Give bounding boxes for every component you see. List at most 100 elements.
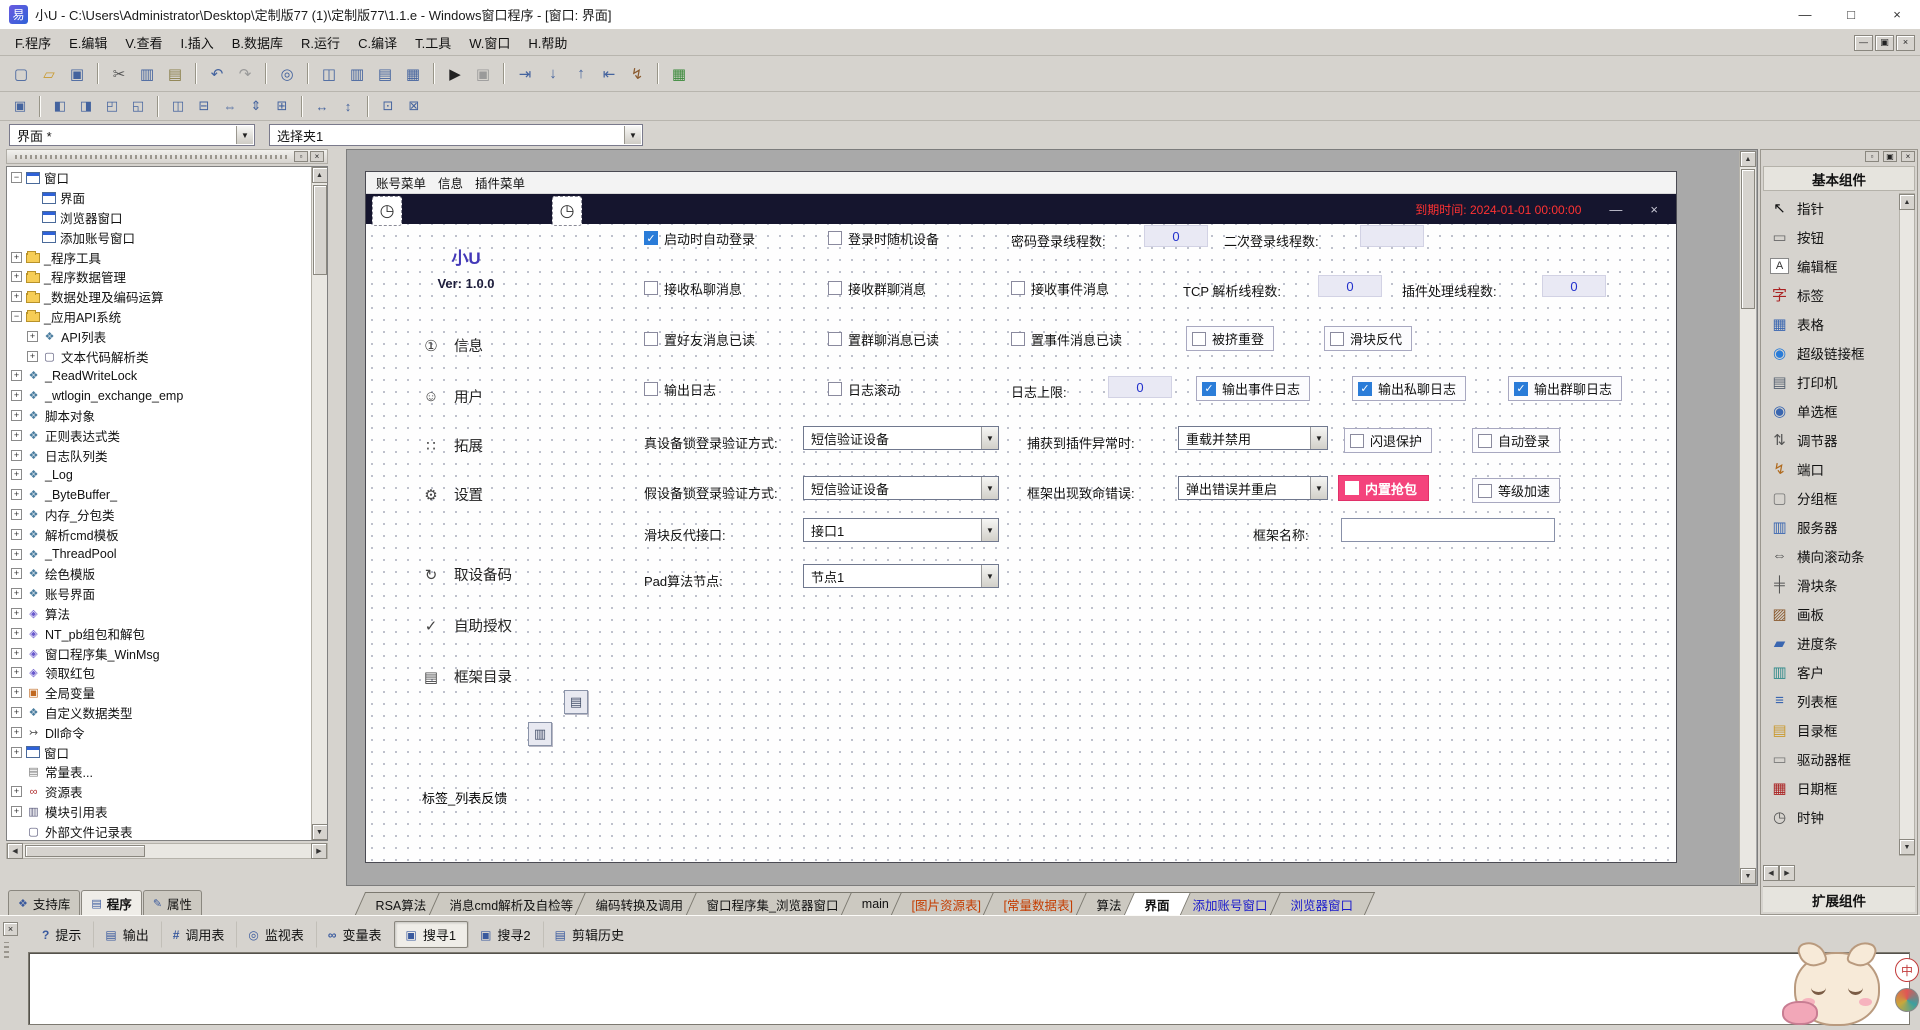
toolbar-button-form-editor[interactable]: ◫ (316, 61, 342, 86)
output-tab-search1[interactable]: ▣搜寻1 (394, 921, 469, 948)
component-item[interactable]: 字标签 (1763, 280, 1898, 309)
output-tab-hint[interactable]: ?提示 (30, 921, 93, 948)
tree-item[interactable]: +❖API列表 (8, 326, 311, 346)
toolbar-button-align-right[interactable]: ◨ (74, 95, 98, 117)
file-tab[interactable]: 界面 (1124, 892, 1191, 915)
tree-expander-icon[interactable]: + (11, 489, 22, 500)
component-item[interactable]: ◉单选框 (1763, 396, 1898, 425)
form-checkbox[interactable]: ✓输出私聊日志 (1352, 376, 1466, 401)
clock-component[interactable]: ◷ (552, 196, 582, 226)
toolbar-button-cut[interactable]: ✂ (106, 61, 132, 86)
toolbar-button-step-over[interactable]: ⇥ (512, 61, 538, 86)
designer-nav-item[interactable]: ☺用户 (422, 386, 483, 407)
toolbar-button-stop-debug[interactable]: ↯ (624, 61, 650, 86)
component-item[interactable]: ▰进度条 (1763, 628, 1898, 657)
scope-combo[interactable]: 界面 * ▼ (9, 124, 255, 146)
component-widget-icon[interactable]: ▥ (528, 722, 552, 746)
tree-expander-icon[interactable]: + (11, 469, 22, 480)
panel-dock-button[interactable]: ▫ (294, 151, 308, 162)
folder-combo[interactable]: 选择夹1 ▼ (269, 124, 643, 146)
tree-vertical-scrollbar[interactable]: ▲ ▼ (311, 167, 327, 840)
tree-item[interactable]: +❖账号界面 (8, 584, 311, 604)
form-edit-field[interactable] (1341, 518, 1555, 542)
maximize-button[interactable]: □ (1828, 0, 1874, 29)
tree-item[interactable]: ▢外部文件记录表 (8, 821, 311, 839)
tree-item[interactable]: −_应用API系统 (8, 307, 311, 327)
tree-expander-icon[interactable]: + (11, 786, 22, 797)
form-checkbox[interactable]: 接收事件消息 (1011, 278, 1109, 298)
menu-item[interactable]: W.窗口 (460, 30, 519, 55)
tree-horizontal-scrollbar[interactable]: ◀ ▶ (6, 843, 328, 859)
combobox-dropdown-icon[interactable]: ▼ (981, 519, 998, 541)
component-item[interactable]: ▤目录框 (1763, 715, 1898, 744)
menu-item[interactable]: T.工具 (406, 30, 460, 55)
toolbar-button-same-height[interactable]: ⇕ (244, 95, 268, 117)
tree-expander-icon[interactable]: + (11, 707, 22, 718)
mdi-close-button[interactable]: × (1896, 35, 1915, 51)
designer-nav-item[interactable]: ①信息 (422, 335, 483, 356)
scrollbar-thumb[interactable] (25, 845, 145, 857)
component-item[interactable]: ↯端口 (1763, 454, 1898, 483)
scroll-down-icon[interactable]: ▼ (312, 824, 328, 840)
component-panel-header[interactable]: 基本组件 (1763, 166, 1915, 191)
tree-expander-icon[interactable]: + (11, 806, 22, 817)
form-checkbox[interactable]: 闪退保护 (1344, 428, 1432, 453)
form-checkbox[interactable]: 登录时随机设备 (828, 228, 939, 248)
file-tab[interactable]: 窗口程序集_浏览器窗口 (686, 892, 860, 915)
toolbar-button-breakpoint-grid[interactable]: ▦ (666, 61, 692, 86)
component-item[interactable]: ╪滑块条 (1763, 570, 1898, 599)
output-tab-variable-table[interactable]: ∞变量表 (316, 921, 394, 948)
tree-item[interactable]: +◈领取红包 (8, 663, 311, 683)
form-checkbox[interactable]: ✓启动时自动登录 (644, 228, 755, 248)
menu-item[interactable]: B.数据库 (223, 30, 292, 55)
ime-badge[interactable]: 中 (1895, 958, 1919, 982)
tree-expander-icon[interactable]: + (11, 667, 22, 678)
clock-component[interactable]: ◷ (372, 196, 402, 226)
tree-item[interactable]: +◈算法 (8, 604, 311, 624)
toolbar-button-same-size[interactable]: ⊞ (270, 95, 294, 117)
designer-nav-item[interactable]: ∷拓展 (422, 435, 483, 456)
tree-item[interactable]: +∞资源表 (8, 782, 311, 802)
form-checkbox[interactable]: 被挤重登 (1186, 326, 1274, 351)
tree-expander-icon[interactable]: + (11, 687, 22, 698)
tree-item[interactable]: +▥模块引用表 (8, 802, 311, 822)
form-checkbox[interactable]: 等级加速 (1472, 478, 1560, 503)
scrollbar-thumb[interactable] (313, 185, 327, 275)
tree-expander-icon[interactable]: − (11, 311, 22, 322)
scroll-down-icon[interactable]: ▼ (1740, 868, 1756, 884)
scroll-right-icon[interactable]: ▶ (1779, 865, 1795, 881)
tree-item[interactable]: +❖内存_分包类 (8, 505, 311, 525)
tree-item[interactable]: ▤常量表... (8, 762, 311, 782)
form-checkbox[interactable]: 输出日志 (644, 379, 716, 399)
tree-expander-icon[interactable]: + (11, 271, 22, 282)
tree-expander-icon[interactable]: − (11, 172, 22, 183)
panel-tab-program[interactable]: ▤程序 (81, 890, 141, 915)
chevron-down-icon[interactable]: ▼ (236, 126, 253, 144)
extended-components-button[interactable]: 扩展组件 (1763, 886, 1915, 912)
toolbar-button-run-to-cursor[interactable]: ⇤ (596, 61, 622, 86)
toolbar-button-align-left[interactable]: ◧ (48, 95, 72, 117)
menu-item[interactable]: C.编译 (349, 30, 406, 55)
form-close-button[interactable]: × (1650, 202, 1658, 217)
scroll-left-icon[interactable]: ◀ (7, 843, 23, 859)
tree-expander-icon[interactable]: + (11, 588, 22, 599)
toolbar-button-paste[interactable]: ▤ (162, 61, 188, 86)
close-button[interactable]: × (1874, 0, 1920, 29)
output-tab-call-table[interactable]: #调用表 (161, 921, 237, 948)
toolbar-button-split-vertical[interactable]: ▥ (344, 61, 370, 86)
component-item[interactable]: ▭驱动器框 (1763, 744, 1898, 773)
component-item[interactable]: ◉超级链接框 (1763, 338, 1898, 367)
tray-icon[interactable] (1895, 988, 1919, 1012)
menu-item[interactable]: H.帮助 (519, 30, 576, 55)
mdi-minimize-button[interactable]: — (1854, 35, 1873, 51)
designer-nav-item[interactable]: ↻取设备码 (422, 564, 512, 585)
form-number-field[interactable] (1360, 225, 1424, 247)
menu-item[interactable]: E.编辑 (60, 30, 116, 55)
component-item[interactable]: ▤打印机 (1763, 367, 1898, 396)
form-checkbox[interactable]: 内置抢包 (1338, 475, 1429, 501)
tree-item[interactable]: +◈NT_pb组包和解包 (8, 623, 311, 643)
tree-expander-icon[interactable]: + (11, 549, 22, 560)
toolbar-button-redo[interactable]: ↷ (232, 61, 258, 86)
toolbar-button-center-horizontal[interactable]: ◫ (166, 95, 190, 117)
component-item[interactable]: ▭按钮 (1763, 222, 1898, 251)
